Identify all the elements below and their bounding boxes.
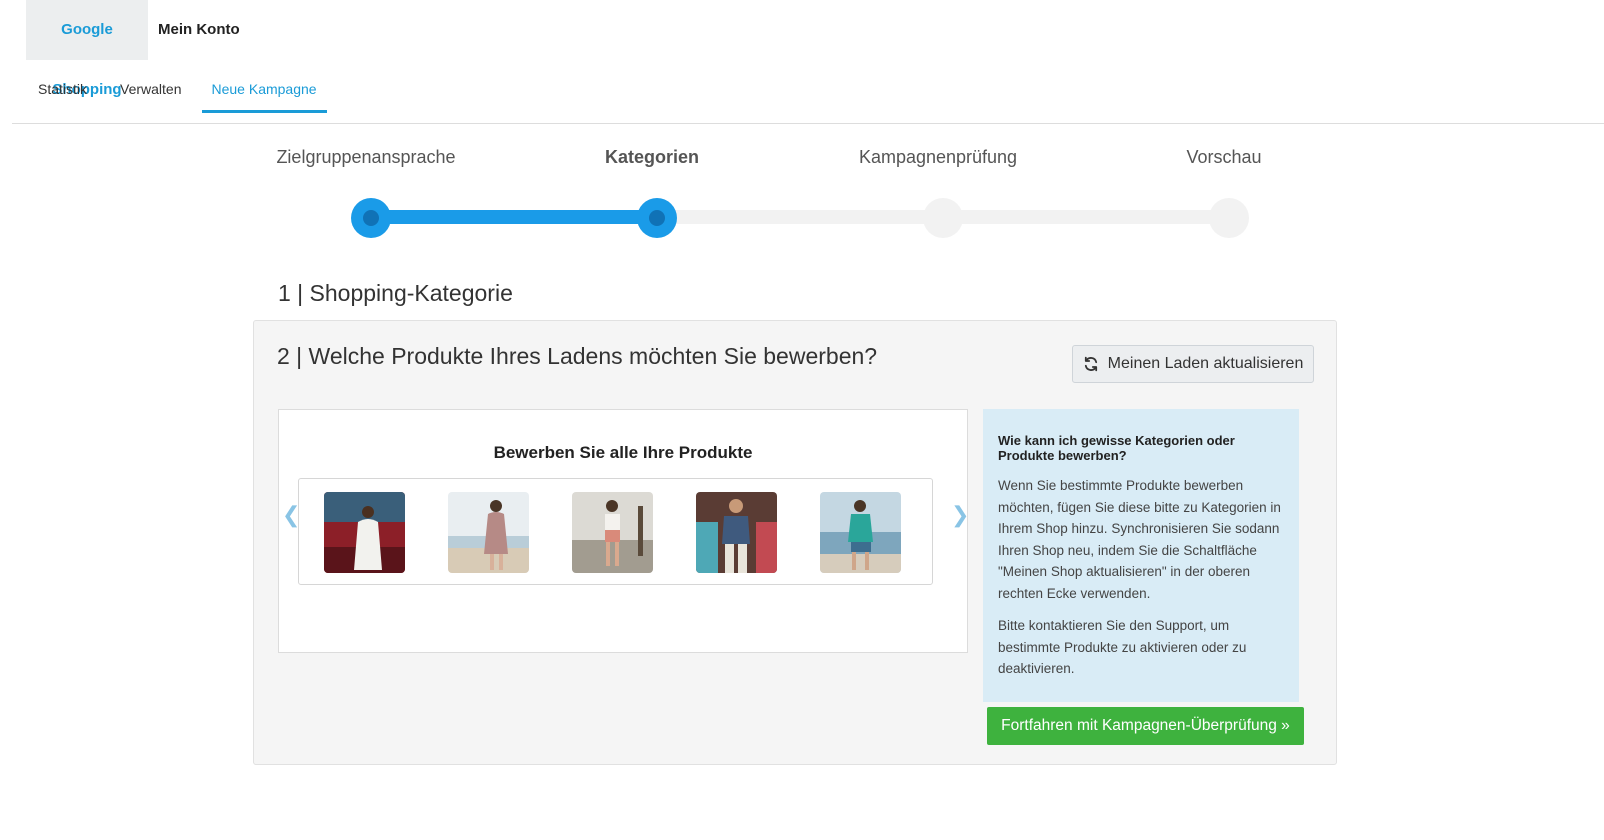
continue-to-review-button[interactable]: Fortfahren mit Kampagnen-Überprüfung » [987, 707, 1304, 745]
products-box: Bewerben Sie alle Ihre Produkte ❮ ❯ [278, 409, 969, 653]
step-label-kategorien: Kategorien [604, 147, 700, 167]
products-title: Bewerben Sie alle Ihre Produkte [493, 443, 753, 462]
product-thumbnail[interactable] [572, 492, 653, 573]
help-info-paragraph: Wenn Sie bestimmte Produkte bewerben möc… [998, 478, 1281, 601]
step-dot-1 [351, 198, 391, 238]
refresh-icon [1083, 356, 1099, 372]
step-label-zielgruppenansprache: Zielgruppenansprache [276, 147, 456, 167]
step-label-vorschau: Vorschau [1186, 147, 1262, 167]
product-thumbnail[interactable] [696, 492, 777, 573]
help-info-box: Wie kann ich gewisse Kategorien oder Pro… [983, 409, 1299, 702]
section-products-title: 2 | Welche Produkte Ihres Ladens möchten… [277, 343, 878, 369]
refresh-store-button[interactable]: Meinen Laden aktualisieren [1072, 345, 1314, 383]
sub-tab-neue-kampagne[interactable]: Neue Kampagne [201, 72, 327, 113]
step-dot-4 [1209, 198, 1249, 238]
top-tabs: Google Shopping Mein Konto [26, 0, 250, 98]
sub-nav: Statistik Verwalten Neue Kampagne [26, 72, 327, 113]
carousel-next-arrow-icon[interactable]: ❯ [951, 502, 969, 528]
product-thumbnail[interactable] [820, 492, 901, 573]
product-thumbnail[interactable] [324, 492, 405, 573]
step-dot-3 [923, 198, 963, 238]
sub-tab-verwalten[interactable]: Verwalten [99, 72, 193, 110]
tab-google-shopping[interactable]: Google Shopping [26, 0, 148, 98]
nav-divider [12, 123, 1604, 124]
step-label-kampagnenpruefung: Kampagnenprüfung [858, 147, 1018, 167]
sub-tab-statistik[interactable]: Statistik [26, 72, 99, 110]
products-panel: 2 | Welche Produkte Ihres Ladens möchten… [253, 320, 1337, 765]
stepper-track-progress [370, 210, 658, 224]
step-dot-2 [637, 198, 677, 238]
refresh-store-button-label: Meinen Laden aktualisieren [1107, 355, 1304, 372]
section-shopping-category-title: 1 | Shopping-Kategorie [278, 280, 513, 306]
product-carousel [298, 478, 933, 585]
tab-mein-konto[interactable]: Mein Konto [148, 0, 250, 60]
help-info-title: Wie kann ich gewisse Kategorien oder Pro… [998, 433, 1235, 463]
help-info-paragraph-support: Bitte kontaktieren Sie den Support, um b… [998, 618, 1247, 676]
product-thumbnail[interactable] [448, 492, 529, 573]
